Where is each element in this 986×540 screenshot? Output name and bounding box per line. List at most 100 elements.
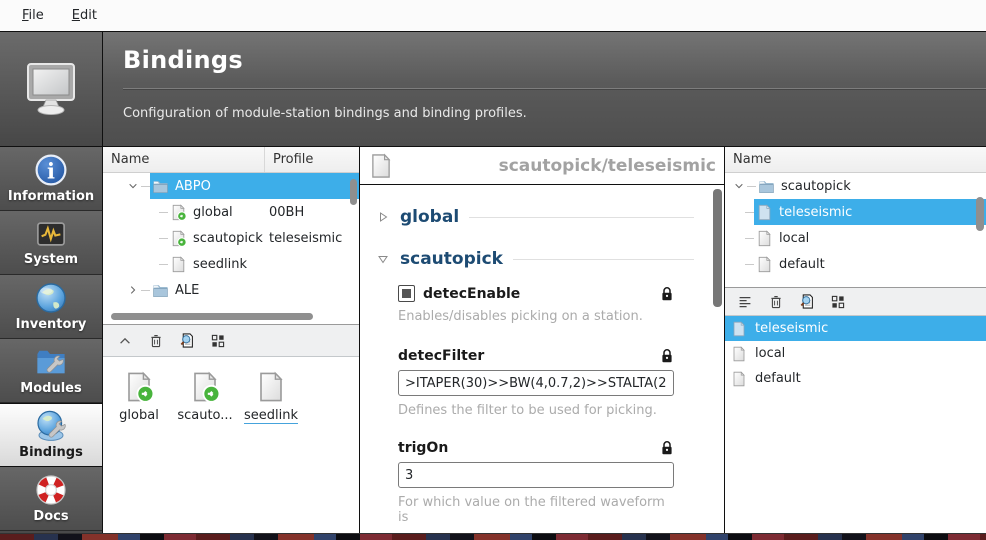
- list-item[interactable]: global: [107, 363, 171, 527]
- trash-icon: [768, 294, 784, 310]
- profiles-column-header[interactable]: Name: [725, 147, 986, 173]
- stations-column-header[interactable]: Name Profile: [103, 147, 359, 173]
- table-row[interactable]: scautopick: [725, 173, 986, 199]
- sidebar-item-modules[interactable]: Modules: [0, 339, 102, 403]
- page-header: Bindings Configuration of module-station…: [0, 31, 986, 147]
- detecEnable-checkbox[interactable]: [398, 285, 415, 302]
- param-label: detecEnable: [423, 286, 660, 302]
- table-row[interactable]: local: [725, 225, 986, 251]
- table-row[interactable]: seedlink: [103, 251, 359, 277]
- binding-editor-panel: scautopick/teleseismic global scautopick: [360, 147, 725, 533]
- section-label: global: [400, 207, 459, 227]
- tree-branch: [745, 238, 754, 239]
- list-item[interactable]: scauto...: [173, 363, 237, 527]
- monitor-icon: [19, 57, 83, 121]
- tree-branch: [159, 238, 168, 239]
- app-icon-box: [0, 32, 103, 146]
- station-name: ABPO: [175, 179, 211, 194]
- vertical-scrollbar[interactable]: [350, 179, 357, 205]
- file-label: scauto...: [177, 409, 232, 423]
- editor-header: scautopick/teleseismic: [360, 147, 724, 185]
- menu-edit[interactable]: Edit: [62, 4, 107, 27]
- profiles-panel: Name scautopick teleseismic: [725, 147, 986, 533]
- desktop-background-strip: [0, 533, 986, 540]
- section-global[interactable]: global: [376, 207, 698, 227]
- sidebar-item-information[interactable]: Information: [0, 147, 102, 211]
- menubar: File Edit: [0, 0, 986, 31]
- globe-icon: [35, 282, 67, 314]
- editor-title: scautopick/teleseismic: [394, 156, 716, 176]
- tree-branch: [745, 264, 754, 265]
- view-mode-button[interactable]: [209, 332, 227, 350]
- table-row[interactable]: ALE: [103, 277, 359, 303]
- station-name: ALE: [175, 283, 199, 298]
- section-label: scautopick: [400, 249, 503, 269]
- collapse-button[interactable]: [116, 332, 134, 350]
- menu-file[interactable]: File: [12, 4, 54, 27]
- sidebar-item-inventory[interactable]: Inventory: [0, 275, 102, 339]
- folder-icon: [152, 282, 169, 299]
- triangle-right-icon: [376, 210, 390, 224]
- table-row[interactable]: global 00BH: [103, 199, 359, 225]
- preview-button[interactable]: [178, 332, 196, 350]
- table-row[interactable]: ABPO: [103, 173, 359, 199]
- table-row[interactable]: teleseismic: [725, 199, 986, 225]
- param-label: trigOn: [398, 440, 660, 456]
- folder-icon: [152, 178, 169, 195]
- system-icon: [36, 219, 66, 249]
- page-header-body: Bindings Configuration of module-station…: [103, 32, 986, 146]
- chevron-down-icon[interactable]: [731, 178, 747, 194]
- vertical-scrollbar[interactable]: [976, 197, 984, 231]
- list-item[interactable]: local: [725, 341, 986, 366]
- stations-tree: Name Profile ABPO global: [103, 147, 359, 325]
- trash-icon: [148, 333, 164, 349]
- page-title: Bindings: [123, 46, 986, 74]
- list-item[interactable]: teleseismic: [725, 316, 986, 341]
- tree-branch: [159, 212, 168, 213]
- stations-panel: Name Profile ABPO global: [103, 147, 360, 533]
- horizontal-scrollbar[interactable]: [111, 313, 313, 320]
- trigOn-input[interactable]: [398, 462, 674, 488]
- details-view-button[interactable]: [736, 293, 754, 311]
- delete-button[interactable]: [767, 293, 785, 311]
- vertical-scrollbar[interactable]: [713, 189, 722, 307]
- column-profile[interactable]: Profile: [265, 152, 313, 167]
- lock-icon[interactable]: [660, 348, 674, 364]
- list-item[interactable]: default: [725, 366, 986, 391]
- lock-icon[interactable]: [660, 440, 674, 456]
- param-description: Defines the filter to be used for pickin…: [398, 403, 674, 418]
- sidebar-item-label: Modules: [20, 381, 81, 396]
- info-icon: [35, 154, 67, 186]
- bindings-icon-view: global scauto... seedlink: [103, 357, 359, 533]
- file-icon: [731, 321, 747, 337]
- profile-name: teleseismic: [779, 205, 852, 220]
- page-subtitle: Configuration of module-station bindings…: [123, 106, 986, 121]
- view-mode-button[interactable]: [829, 293, 847, 311]
- file-icon: [756, 230, 773, 247]
- sidebar-item-system[interactable]: System: [0, 211, 102, 275]
- checkbox-mark: [402, 289, 411, 298]
- sidebar-item-label: Inventory: [16, 317, 87, 332]
- column-name[interactable]: Name: [103, 147, 265, 172]
- tree-branch: [141, 186, 150, 187]
- section-scautopick[interactable]: scautopick: [376, 249, 698, 269]
- chevron-right-icon[interactable]: [125, 282, 141, 298]
- list-item[interactable]: seedlink: [239, 363, 303, 527]
- sidebar-item-label: Bindings: [19, 445, 83, 460]
- param-detecEnable: detecEnable Enables/disables picking on …: [398, 285, 674, 324]
- detecFilter-input[interactable]: [398, 370, 674, 396]
- table-row[interactable]: default: [725, 251, 986, 277]
- preview-button[interactable]: [798, 293, 816, 311]
- sidebar-item-bindings[interactable]: Bindings: [0, 403, 102, 467]
- profiles-tree: Name scautopick teleseismic: [725, 147, 986, 287]
- delete-button[interactable]: [147, 332, 165, 350]
- table-row[interactable]: scautopick teleseismic: [103, 225, 359, 251]
- file-icon: [756, 256, 773, 273]
- sidebar-item-label: Information: [8, 189, 94, 204]
- sidebar-item-docs[interactable]: Docs: [0, 467, 102, 531]
- folder-wrench-icon: [35, 346, 67, 378]
- column-name[interactable]: Name: [725, 152, 771, 167]
- chevron-down-icon[interactable]: [125, 178, 141, 194]
- sidebar: Information System Inventory Modules Bin…: [0, 147, 103, 533]
- lock-icon[interactable]: [660, 286, 674, 302]
